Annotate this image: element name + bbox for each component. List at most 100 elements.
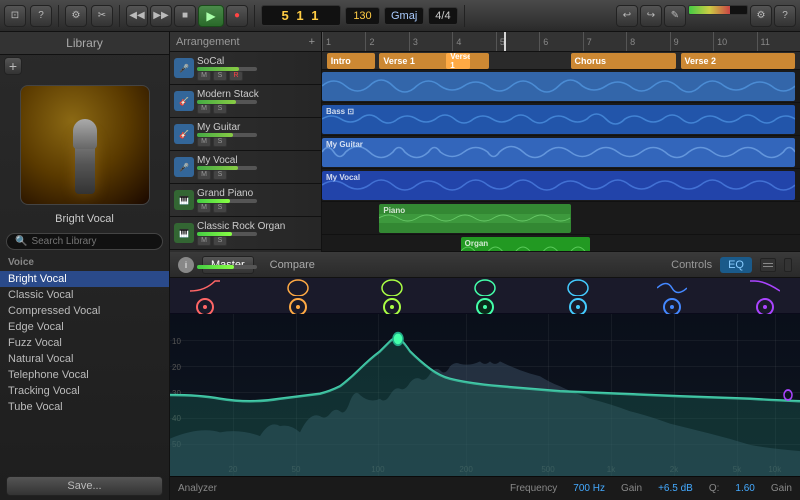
track-mute-modern-stack[interactable]: M — [197, 104, 211, 114]
search-icon: 🔍 — [15, 236, 27, 247]
eq-frequency-label: Frequency — [510, 483, 557, 494]
voice-item-classic-vocal[interactable]: Classic Vocal — [0, 287, 169, 303]
section-chorus[interactable]: Chorus — [571, 53, 676, 69]
add-track-icon[interactable]: + — [309, 36, 315, 48]
track-solo-rock-organ[interactable]: S — [213, 236, 227, 246]
section-intro[interactable]: Intro — [327, 53, 375, 69]
audio-block-my-guitar[interactable]: My Guitar — [322, 138, 795, 167]
search-input[interactable] — [31, 236, 154, 247]
voice-item-compressed-vocal[interactable]: Compressed Vocal — [0, 303, 169, 319]
undo-button[interactable]: ↩ — [616, 5, 638, 27]
audio-block-organ[interactable]: Organ — [461, 237, 590, 251]
section-labels: Intro Verse 1 Verse 1 Chorus Verse 2 — [322, 52, 800, 70]
eq-node-bell2-shape — [377, 276, 407, 296]
eq-node-1[interactable] — [196, 298, 214, 316]
icon-btn-2[interactable]: ? — [30, 5, 52, 27]
add-button[interactable]: + — [4, 57, 22, 75]
audio-block-my-vocal[interactable]: My Vocal — [322, 171, 795, 200]
eq-node-5[interactable] — [569, 298, 587, 316]
eq-menu-button[interactable] — [760, 258, 776, 272]
track-solo-my-vocal[interactable]: S — [213, 170, 227, 180]
audio-block-bass[interactable]: Bass ⊡ — [322, 105, 795, 134]
eq-analyzer-label: Analyzer — [178, 483, 217, 494]
voice-item-telephone-vocal[interactable]: Telephone Vocal — [0, 367, 169, 383]
track-rec-socaln[interactable]: R — [229, 71, 243, 81]
eq-node-4[interactable] — [476, 298, 494, 316]
track-fader-my-guitar[interactable] — [197, 133, 257, 137]
track-mute-rock-organ[interactable]: M — [197, 236, 211, 246]
ruler-mark-3: 3 — [409, 32, 452, 51]
rewind-button[interactable]: ◀◀ — [126, 5, 148, 27]
section-verse1b[interactable]: Verse 1 — [446, 53, 470, 69]
eq-node-2[interactable] — [289, 298, 307, 316]
track-solo-socaln[interactable]: S — [213, 71, 227, 81]
tracks-canvas: Bass ⊡ My Guitar My Voca — [322, 70, 800, 251]
stop-button[interactable]: ■ — [174, 5, 196, 27]
eq-collapse-button[interactable] — [784, 258, 792, 272]
track-fader-rock-organ[interactable] — [197, 232, 257, 236]
track-icon-rock-organ: 🎹 — [174, 223, 194, 243]
track-fader-modern-stack[interactable] — [197, 100, 257, 104]
track-lane-bass: Bass ⊡ — [322, 103, 800, 136]
track-icon-my-vocal: 🎤 — [174, 157, 194, 177]
track-fader-socaln[interactable] — [197, 67, 257, 71]
track-solo-my-guitar[interactable]: S — [213, 137, 227, 147]
arrangement-title: Arrangement — [176, 36, 240, 48]
voice-item-tracking-vocal[interactable]: Tracking Vocal — [0, 383, 169, 399]
eq-node-6[interactable] — [663, 298, 681, 316]
arrangement-label: Arrangement + — [170, 32, 321, 52]
voice-item-tube-vocal[interactable]: Tube Vocal — [0, 399, 169, 415]
track-name-rock-organ: Classic Rock Organ — [197, 221, 317, 232]
save-button[interactable]: Save... — [6, 476, 163, 496]
section-verse2[interactable]: Verse 2 — [681, 53, 796, 69]
key-display: Gmaj — [384, 7, 424, 25]
track-fader-grand-piano[interactable] — [197, 199, 257, 203]
edit-button[interactable]: ✎ — [664, 5, 686, 27]
eq-canvas[interactable]: 10 20 30 40 50 20 50 100 200 500 1k 2k 5… — [170, 314, 800, 476]
section-verse1[interactable]: Verse 1 — [379, 53, 489, 69]
eq-node-3[interactable] — [383, 298, 401, 316]
eq-node-7[interactable] — [756, 298, 774, 316]
eq-q-label: Q: — [709, 483, 720, 494]
audio-block-piano[interactable]: Piano — [379, 204, 570, 233]
track-mute-grand-piano[interactable]: M — [197, 203, 211, 213]
track-solo-grand-piano[interactable]: S — [213, 203, 227, 213]
icon-btn-1[interactable]: ⊡ — [4, 5, 26, 27]
voice-item-bright-vocal[interactable]: Bright Vocal — [0, 271, 169, 287]
track-mute-socaln[interactable]: M — [197, 71, 211, 81]
transport-controls: ◀◀ ▶▶ ■ ▶ ● — [126, 5, 248, 27]
ruler-mark-8: 8 — [626, 32, 669, 51]
eq-gain-right-label: Gain — [771, 483, 792, 494]
time-display: 5 1 1 — [261, 5, 341, 26]
eq-node-bell4-shape — [563, 276, 593, 296]
play-button[interactable]: ▶ — [198, 5, 224, 27]
eq-nodes-row — [170, 278, 800, 314]
track-mute-my-vocal[interactable]: M — [197, 170, 211, 180]
track-name-my-vocal: My Vocal — [197, 155, 317, 166]
voice-item-edge-vocal[interactable]: Edge Vocal — [0, 319, 169, 335]
help-button[interactable]: ? — [774, 5, 796, 27]
tracks-area: Arrangement + 🎤 SoCal M S R — [170, 32, 800, 500]
track-fader-my-vocal[interactable] — [197, 166, 257, 170]
track-mute-my-guitar[interactable]: M — [197, 137, 211, 147]
audio-block-socaln[interactable] — [322, 72, 795, 101]
track-fader-strings[interactable] — [197, 265, 257, 269]
track-lane-organ: Organ — [322, 235, 800, 251]
icon-btn-3[interactable]: ⚙ — [65, 5, 87, 27]
eq-eq-tab[interactable]: EQ — [720, 257, 752, 273]
eq-gain-value: +6.5 dB — [658, 483, 693, 494]
redo-button[interactable]: ↪ — [640, 5, 662, 27]
voice-item-natural-vocal[interactable]: Natural Vocal — [0, 351, 169, 367]
vocal-name: Bright Vocal — [0, 213, 169, 225]
eq-compare-tab[interactable]: Compare — [262, 257, 323, 273]
forward-button[interactable]: ▶▶ — [150, 5, 172, 27]
ruler-mark-5: 5 — [496, 32, 539, 51]
record-button[interactable]: ● — [226, 5, 248, 27]
track-header-socaln: 🎤 SoCal M S R — [170, 52, 321, 85]
track-solo-modern-stack[interactable]: S — [213, 104, 227, 114]
mic-head — [73, 119, 97, 149]
search-bar[interactable]: 🔍 — [6, 233, 163, 250]
icon-btn-4[interactable]: ✂ — [91, 5, 113, 27]
settings-button[interactable]: ⚙ — [750, 5, 772, 27]
voice-item-fuzz-vocal[interactable]: Fuzz Vocal — [0, 335, 169, 351]
